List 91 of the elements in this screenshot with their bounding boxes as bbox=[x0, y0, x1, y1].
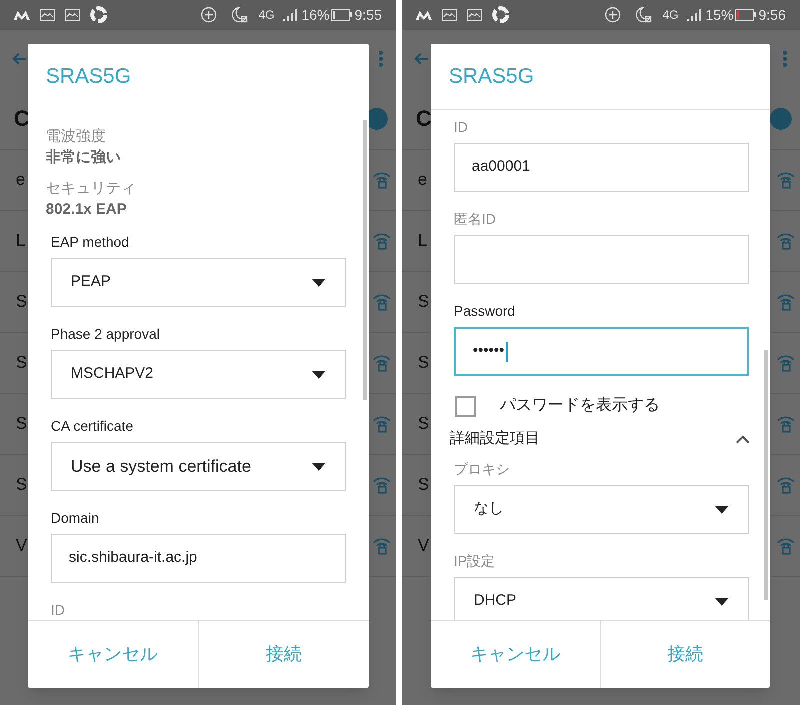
field-label: 匿名ID bbox=[454, 210, 496, 228]
dropdown[interactable]: PEAP bbox=[51, 258, 346, 307]
network-name: e bbox=[418, 169, 428, 192]
field-label: ID bbox=[454, 118, 468, 136]
wifi-lock-icon bbox=[776, 231, 796, 251]
refresh-icon bbox=[492, 6, 510, 24]
network-name: S bbox=[16, 352, 28, 374]
wifi-lock-icon bbox=[372, 292, 392, 312]
wifi-lock-icon bbox=[776, 292, 796, 312]
info-label: 電波強度 bbox=[46, 127, 107, 147]
network-name: V bbox=[418, 535, 430, 558]
field-label: Password bbox=[454, 302, 516, 320]
clock: 9:55 bbox=[354, 6, 382, 24]
heading: C bbox=[416, 105, 432, 133]
menu-icon bbox=[782, 50, 788, 68]
wifi-lock-icon bbox=[776, 170, 796, 190]
signal-icon bbox=[686, 9, 703, 21]
network-type: 4G bbox=[258, 7, 275, 24]
section-title: 詳細設定項目 bbox=[450, 428, 540, 449]
signal-icon bbox=[282, 9, 299, 21]
wifi-lock-icon bbox=[776, 353, 796, 373]
menu-icon bbox=[378, 50, 384, 68]
dropdown[interactable]: DHCP bbox=[454, 577, 749, 620]
network-name: S bbox=[16, 413, 28, 436]
image-icon bbox=[467, 9, 482, 21]
wifi-lock-icon bbox=[372, 536, 392, 556]
dropdown-arrow-icon bbox=[715, 506, 729, 514]
network-name: L bbox=[418, 230, 428, 252]
network-name: L bbox=[16, 230, 26, 252]
network-name: e bbox=[16, 169, 26, 192]
dropdown-arrow-icon bbox=[312, 278, 326, 286]
clock: 9:56 bbox=[758, 6, 786, 24]
network-name: S bbox=[418, 352, 430, 374]
field-label: Phase 2 approval bbox=[51, 324, 160, 344]
app-logo-icon bbox=[14, 10, 30, 20]
app-logo-icon bbox=[416, 10, 432, 20]
battery-percent: 15% bbox=[706, 6, 734, 24]
checkbox[interactable] bbox=[455, 396, 476, 416]
network-name: S bbox=[418, 413, 430, 436]
field-label: Domain bbox=[51, 508, 100, 528]
moon-icon bbox=[634, 6, 653, 24]
battery-percent: 16% bbox=[302, 6, 330, 24]
network-name: S bbox=[16, 474, 28, 496]
network-name: S bbox=[16, 291, 28, 314]
field-label: IP設定 bbox=[454, 552, 496, 570]
input-field[interactable] bbox=[454, 235, 749, 284]
input-field[interactable]: sic.shibaura-it.ac.jp bbox=[51, 534, 346, 583]
add-circle-icon bbox=[200, 7, 217, 23]
dropdown[interactable]: MSCHAPV2 bbox=[51, 350, 346, 399]
dropdown[interactable]: Use a system certificate bbox=[51, 442, 346, 491]
heading: C bbox=[14, 105, 30, 133]
wifi-lock-icon bbox=[776, 475, 796, 495]
wifi-lock-icon bbox=[372, 414, 392, 434]
info-value: 非常に強い bbox=[46, 148, 122, 168]
password-field[interactable]: •••••• bbox=[454, 327, 749, 376]
add-circle-icon bbox=[604, 7, 621, 23]
refresh-icon bbox=[90, 6, 108, 24]
wifi-lock-icon bbox=[372, 475, 392, 495]
field-label: EAP method bbox=[51, 232, 130, 252]
image-icon bbox=[442, 9, 457, 21]
network-name: S bbox=[418, 474, 430, 496]
dialog-title: SRAS5G bbox=[46, 64, 132, 90]
network-name: V bbox=[16, 535, 28, 558]
network-name: S bbox=[418, 291, 430, 314]
dropdown[interactable]: なし bbox=[454, 485, 749, 534]
image-icon bbox=[40, 9, 55, 21]
text-cursor bbox=[506, 342, 508, 362]
back-arrow-icon bbox=[12, 51, 28, 67]
info-value: 802.1x EAP bbox=[46, 200, 128, 220]
info-label: セキュリティ bbox=[46, 179, 137, 199]
wifi-lock-icon bbox=[372, 170, 392, 190]
field-label: ID bbox=[51, 600, 65, 620]
moon-icon bbox=[230, 6, 249, 24]
network-type: 4G bbox=[662, 7, 679, 24]
input-field[interactable]: aa00001 bbox=[454, 143, 749, 192]
wifi-lock-icon bbox=[776, 536, 796, 556]
toggle-icon bbox=[366, 108, 388, 130]
dropdown-arrow-icon bbox=[312, 462, 326, 470]
wifi-lock-icon bbox=[372, 353, 392, 373]
wifi-lock-icon bbox=[776, 414, 796, 434]
wifi-lock-icon bbox=[372, 231, 392, 251]
back-arrow-icon bbox=[414, 51, 430, 67]
checkbox-label: パスワードを表示する bbox=[500, 396, 660, 416]
chevron-up-icon[interactable] bbox=[736, 434, 750, 444]
dialog-title: SRAS5G bbox=[449, 64, 534, 90]
field-label: プロキシ bbox=[454, 460, 510, 478]
image-icon bbox=[65, 9, 80, 21]
dropdown-arrow-icon bbox=[312, 370, 326, 378]
toggle-icon bbox=[770, 108, 792, 130]
field-label: CA certificate bbox=[51, 416, 134, 436]
dropdown-arrow-icon bbox=[715, 598, 729, 606]
